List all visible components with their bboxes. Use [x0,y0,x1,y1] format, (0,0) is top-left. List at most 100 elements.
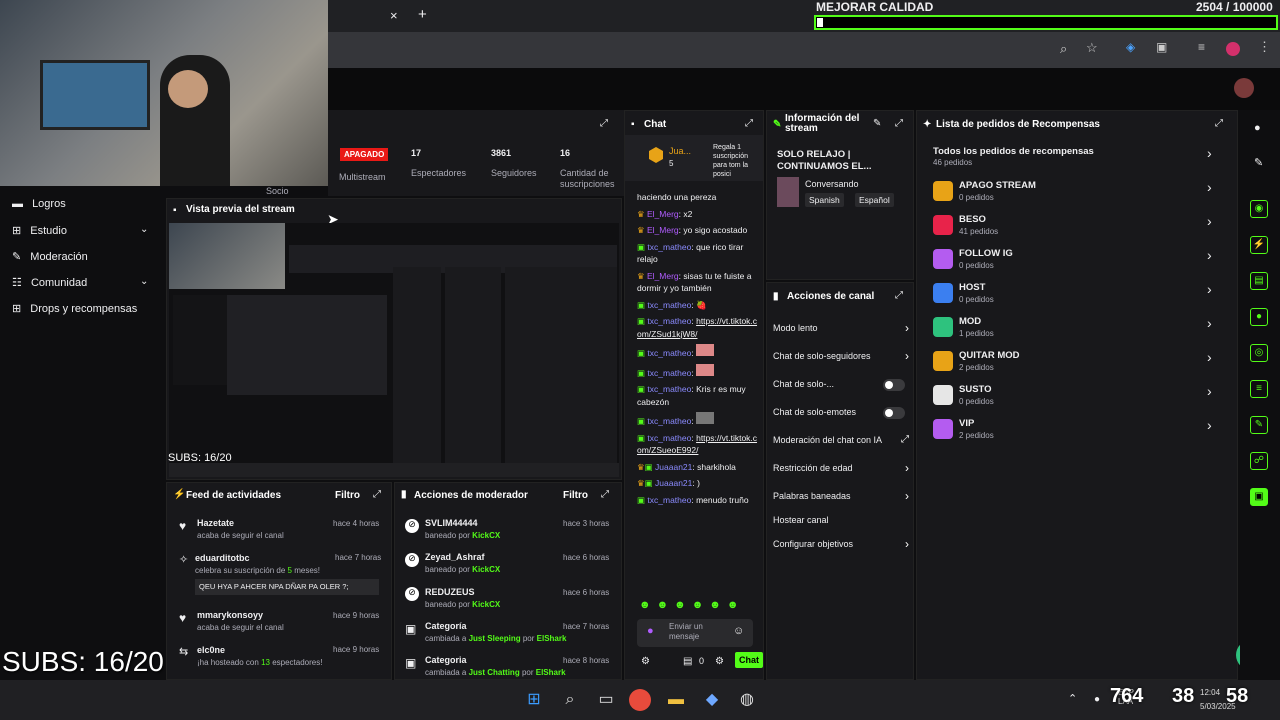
mod-filter-button[interactable]: Filtro [563,490,588,501]
bolt-icon[interactable]: ⚡ [1250,236,1268,254]
reward-item[interactable]: BESO 41 pedidos › [921,211,1235,245]
chat-user[interactable]: El_Merg [647,225,679,235]
mod-user[interactable]: REDUZEUS [425,587,475,597]
action-age-restriction[interactable]: Restricción de edad › [773,461,909,475]
zoom-icon[interactable]: ⌕ [1060,41,1067,57]
sidebar-item-drops[interactable]: ⊞ Drops y recompensas [12,302,137,315]
sidebar-item-comunidad[interactable]: ☷ Comunidad [12,276,87,289]
media-icon[interactable]: ≡ [1198,40,1205,54]
search-icon[interactable]: ⌕ [558,688,582,712]
clock-date[interactable]: 5/03/2025 [1200,702,1236,711]
reward-item[interactable]: FOLLOW IG 0 pedidos › [921,245,1235,279]
users-icon[interactable]: ☍ [1250,452,1268,470]
chevron-down-icon[interactable]: ⌄ [140,224,148,235]
expand-icon[interactable]: ⤢ [1215,118,1223,129]
tag[interactable]: Spanish [805,193,844,207]
microphone-icon[interactable]: ● [647,625,654,637]
stream-preview-video[interactable]: SUBS: 16/20 [168,223,619,477]
sidebar-item-estudio[interactable]: ⊞ Estudio [12,224,67,237]
info-icon[interactable]: ● [1254,122,1261,134]
chat-send-button[interactable]: Chat [735,652,763,668]
chat-user[interactable]: El_Merg [647,209,679,219]
reward-item[interactable]: SUSTO 0 pedidos › [921,381,1235,415]
reward-item[interactable]: HOST 0 pedidos › [921,279,1235,313]
microphone-icon[interactable]: ● [1094,694,1100,705]
clock-time[interactable]: 12:04 [1200,688,1220,697]
expand-icon[interactable]: ⤢ [895,118,903,129]
expand-icon[interactable]: ⤢ [373,489,381,500]
expand-icon[interactable]: ⤢ [600,118,608,129]
chrome-icon[interactable] [629,689,651,711]
chat-user[interactable]: txc_matheo [647,348,691,358]
chat-user[interactable]: txc_matheo [647,300,691,310]
tag[interactable]: Español [855,193,894,207]
activity-filter-button[interactable]: Filtro [335,490,360,501]
subs-only-toggle[interactable] [883,379,905,391]
menu-icon[interactable]: ⋮ [1258,39,1271,55]
expand-icon[interactable]: ⤢ [601,489,609,500]
emote-bar[interactable]: ☻☻☻☻☻☻ [639,599,753,613]
chevron-right-icon[interactable]: › [1207,145,1212,161]
chat-user[interactable]: txc_matheo [647,416,691,426]
all-rewards-label[interactable]: Todos los pedidos de recompensas [933,146,1094,157]
activity-user[interactable]: Hazetate [197,518,234,528]
gift-banner[interactable]: Jua... 5 Regala 1 suscripción para tom l… [625,135,763,181]
chat-user[interactable]: txc_matheo [647,242,691,252]
chat-user[interactable]: txc_matheo [647,368,691,378]
camera-icon[interactable]: ◉ [1250,200,1268,218]
action-host-channel[interactable]: Hostear canal [773,515,909,525]
folder-icon[interactable]: ▬ [664,688,688,712]
reward-item[interactable]: APAGO STREAM 0 pedidos › [921,177,1235,211]
chat-user[interactable]: Juaaan21 [655,478,692,488]
address-bar[interactable]: ⌕ ☆ ◈ ▣ ≡ ⋮ [328,32,1280,68]
chat-bubble-icon[interactable]: ● [1250,308,1268,326]
edit-icon[interactable]: ✎ [873,118,881,129]
chat-user[interactable]: txc_matheo [647,316,691,326]
gear-icon[interactable]: ⚙ [715,656,724,667]
chat-user[interactable]: txc_matheo [647,384,691,394]
multistream-label[interactable]: Multistream [339,172,386,182]
chat-user[interactable]: txc_matheo [647,433,691,443]
chevron-down-icon[interactable]: ⌄ [140,276,148,287]
profile-icon[interactable] [1226,42,1240,56]
star-icon[interactable]: ☆ [1086,40,1098,56]
expand-icon[interactable]: ⤢ [745,118,753,129]
mod-user[interactable]: Zeyad_Ashraf [425,552,485,562]
mod-user[interactable]: Categoría [425,621,467,631]
activity-user[interactable]: mmarykonsoyy [197,610,263,620]
app-icon[interactable]: ◆ [700,688,724,712]
discord-icon[interactable]: ◍ [735,688,759,712]
chat-input[interactable]: ● Enviar un mensaje ☺ [637,619,753,647]
tab-close-icon[interactable]: × [390,8,398,23]
chevron-up-icon[interactable]: ⌃ [1068,692,1077,705]
pencil-icon[interactable]: ✎ [1254,156,1263,169]
avatar[interactable] [1234,78,1254,98]
sidebar-item-moderacion[interactable]: ✎ Moderación [12,250,88,263]
extension-icon[interactable]: ◈ [1126,40,1135,54]
mod-user[interactable]: SVLIM44444 [425,518,478,528]
settings-icon[interactable]: ⚙ [641,656,650,667]
action-followers-only[interactable]: Chat de solo-seguidores › [773,349,909,363]
activity-user[interactable]: eduarditotbc [195,553,250,563]
trash-icon[interactable]: ▤ [683,656,692,667]
action-emotes-only[interactable]: Chat de solo-emotes [773,407,909,419]
task-view-icon[interactable]: ▭ [594,688,618,712]
chat-user[interactable]: Juaaan21 [655,462,692,472]
activity-user[interactable]: elc0ne [197,645,225,655]
reward-item[interactable]: QUITAR MOD 2 pedidos › [921,347,1235,381]
action-banned-words[interactable]: Palabras baneadas › [773,489,909,503]
document-icon[interactable]: ▤ [1250,272,1268,290]
emoji-icon[interactable]: ☺ [733,625,744,637]
new-tab-icon[interactable]: + [418,6,427,23]
sidebar-item-logros[interactable]: ▬ Logros [12,198,66,210]
reward-item[interactable]: MOD 1 pedidos › [921,313,1235,347]
chat-user[interactable]: txc_matheo [647,495,691,505]
expand-icon[interactable]: ⤢ [895,290,903,301]
broadcast-icon[interactable]: ◎ [1250,344,1268,362]
puzzle-icon[interactable]: ▣ [1156,40,1167,54]
action-subs-only[interactable]: Chat de solo-... [773,379,909,391]
emotes-only-toggle[interactable] [883,407,905,419]
reward-item[interactable]: VIP 2 pedidos › [921,415,1235,449]
chat-user[interactable]: El_Merg [647,271,679,281]
category-name[interactable]: Conversando [805,179,859,189]
